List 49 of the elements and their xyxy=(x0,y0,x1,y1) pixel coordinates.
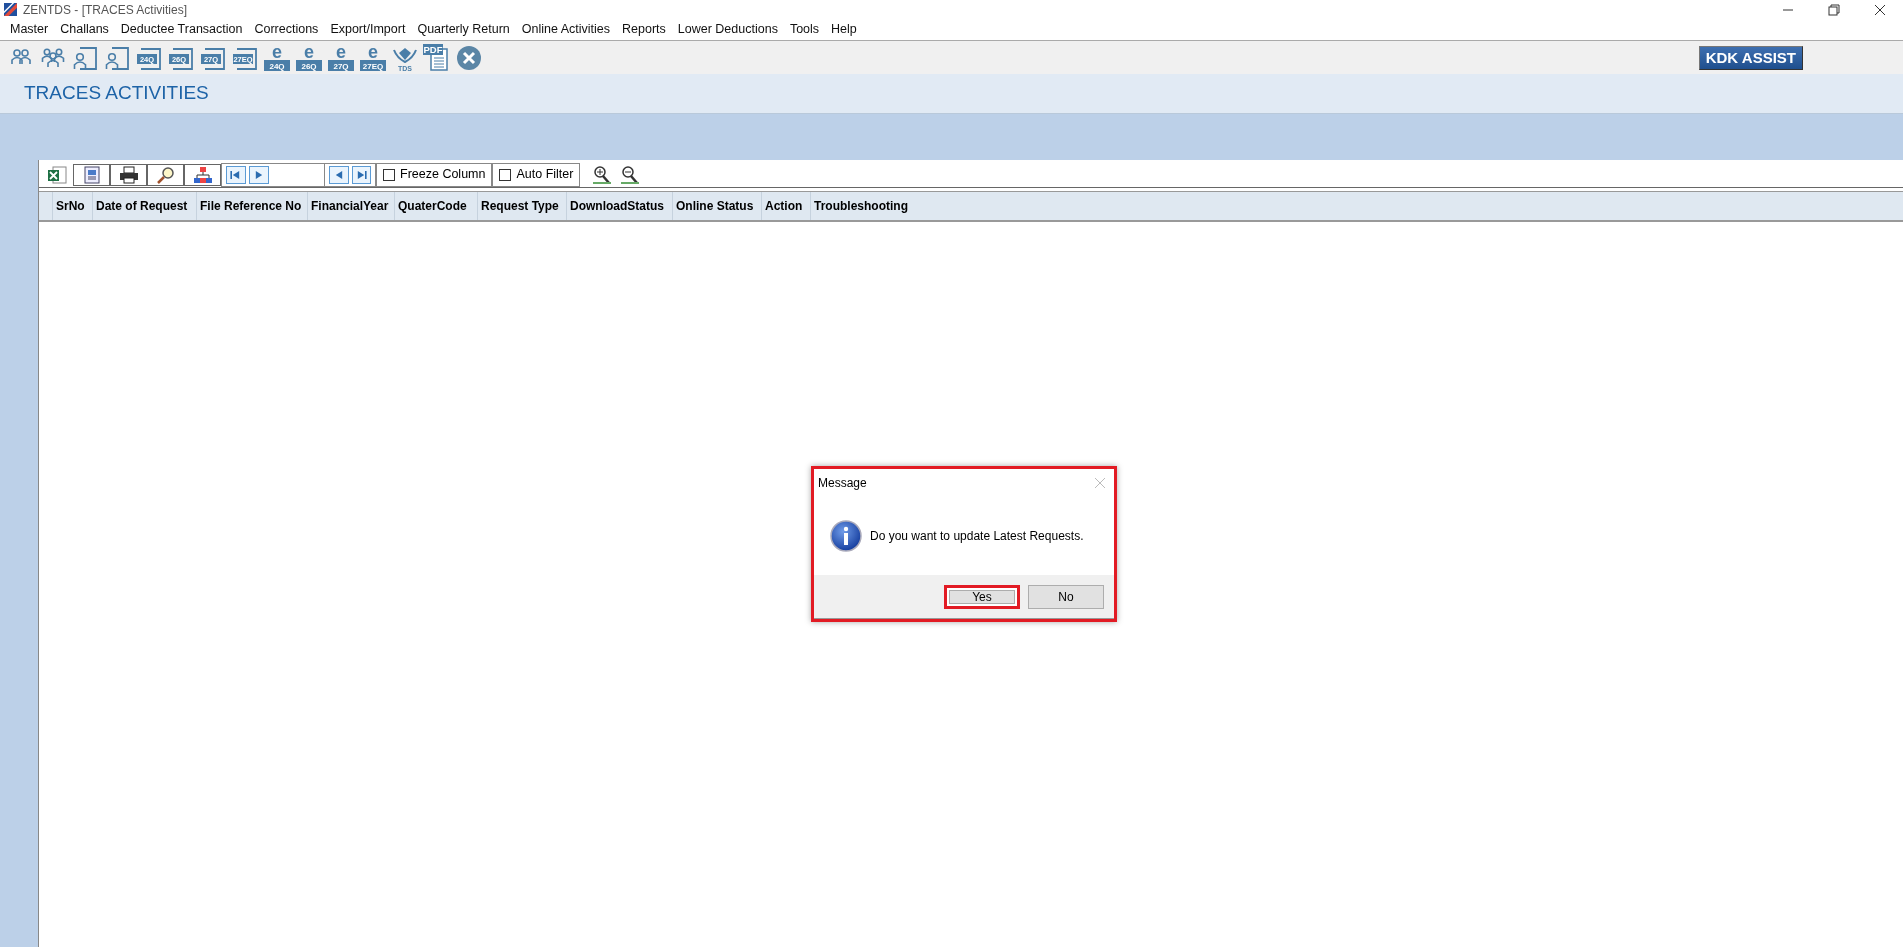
hierarchy-icon xyxy=(192,165,213,184)
menu-item[interactable]: Export/Import xyxy=(324,20,412,39)
column-header[interactable]: Date of Request xyxy=(93,192,197,220)
column-header[interactable]: File Reference No xyxy=(197,192,308,220)
checkbox[interactable] xyxy=(383,168,395,181)
column-header[interactable]: FinancialYear xyxy=(308,192,395,220)
nav-button[interactable] xyxy=(351,165,371,184)
menu-item[interactable]: Challans xyxy=(54,20,115,39)
column-header[interactable]: SrNo xyxy=(53,192,93,220)
nav-button[interactable] xyxy=(249,165,269,184)
column-header[interactable]: Online Status xyxy=(673,192,762,220)
dialog-button[interactable]: Yes xyxy=(944,584,1020,609)
info-icon xyxy=(830,520,862,552)
menu-item[interactable]: Master xyxy=(4,20,55,39)
grid-tool-button[interactable] xyxy=(73,163,110,186)
page-title: TRACES ACTIVITIES xyxy=(24,81,209,106)
menu-item[interactable]: Quarterly Return xyxy=(411,20,516,39)
checkbox-label: Auto Filter xyxy=(516,166,574,184)
menu-item[interactable]: Online Activities xyxy=(515,20,617,39)
checkbox-label: Freeze Column xyxy=(400,166,486,184)
column-header[interactable]: DownloadStatus xyxy=(567,192,673,220)
excel-icon xyxy=(47,165,67,184)
menu-item[interactable]: Lower Deductions xyxy=(671,20,784,39)
column-header[interactable]: QuaterCode xyxy=(395,192,478,220)
window-title: ZENTDS - [TRACES Activities] xyxy=(23,1,188,19)
checkbox[interactable] xyxy=(499,168,512,181)
grid-tool-button[interactable] xyxy=(184,163,221,186)
menu-item[interactable]: Reports xyxy=(616,20,672,39)
menu-item[interactable]: Corrections xyxy=(248,20,325,39)
app-logo-icon xyxy=(4,3,17,16)
column-header[interactable]: Action xyxy=(762,192,811,220)
menu-item[interactable]: Deductee Transaction xyxy=(114,20,249,39)
print-icon xyxy=(118,165,139,184)
menu-item[interactable]: Tools xyxy=(783,20,826,39)
dialog-title: Message xyxy=(818,475,867,492)
nav-button[interactable] xyxy=(226,165,246,184)
kdk-assist-button[interactable]: KDK ASSIST xyxy=(1698,45,1803,70)
search-icon xyxy=(155,165,176,184)
menu-item[interactable]: Help xyxy=(825,20,863,39)
dialog-button[interactable]: No xyxy=(1028,584,1104,609)
zoom-in-icon[interactable] xyxy=(592,164,613,185)
column-header[interactable]: Troubleshooting xyxy=(811,192,931,220)
dialog-message: Do you want to update Latest Requests. xyxy=(870,528,1084,545)
zoom-out-icon[interactable] xyxy=(620,164,641,185)
grid-tool-button[interactable] xyxy=(110,163,147,186)
grid-tool-button[interactable] xyxy=(147,163,184,186)
nav-button[interactable] xyxy=(329,165,349,184)
column-header[interactable]: Request Type xyxy=(478,192,567,220)
document-icon xyxy=(81,165,102,184)
